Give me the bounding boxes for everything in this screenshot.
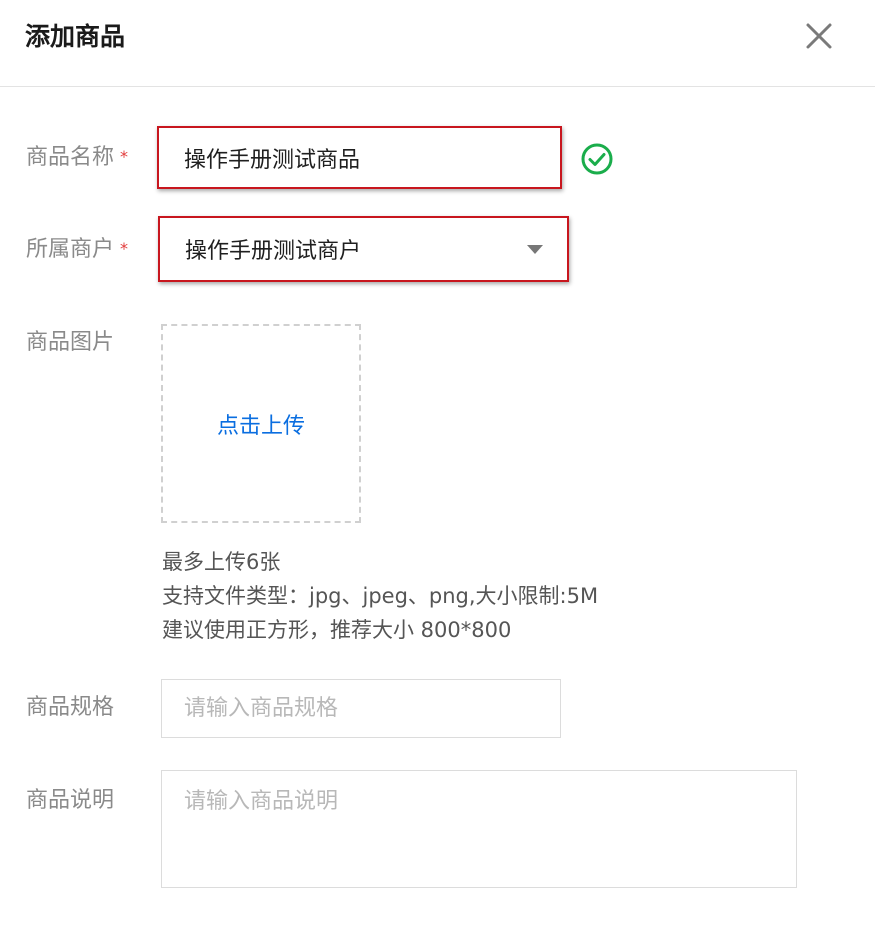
check-circle-icon <box>580 142 614 176</box>
merchant-value: 操作手册测试商户 <box>185 239 362 264</box>
close-icon[interactable] <box>803 20 835 52</box>
spec-field <box>161 679 561 738</box>
description-textarea[interactable] <box>162 771 796 887</box>
product-image-label: 商品图片 <box>26 330 115 355</box>
description-field <box>161 770 797 888</box>
product-name-value: 操作手册测试商品 <box>184 147 361 173</box>
required-mark: * <box>120 239 129 258</box>
spec-input[interactable] <box>162 680 560 737</box>
required-mark: * <box>120 147 129 166</box>
hint-line: 最多上传6张 <box>162 550 281 574</box>
hint-line: 支持文件类型：jpg、jpeg、png,大小限制:5M <box>162 584 599 608</box>
hint-line: 建议使用正方形，推荐大小 800*800 <box>162 618 512 642</box>
dialog-title: 添加商品 <box>25 22 126 51</box>
caret-down-icon <box>527 245 543 254</box>
product-name-label: 商品名称 * <box>26 145 129 170</box>
upload-hints: 最多上传6张 支持文件类型：jpg、jpeg、png,大小限制:5M 建议使用正… <box>162 545 598 647</box>
merchant-select[interactable]: 操作手册测试商户 <box>158 216 569 282</box>
image-upload-area[interactable]: 点击上传 <box>161 324 361 523</box>
merchant-label: 所属商户 * <box>26 237 129 262</box>
upload-link[interactable]: 点击上传 <box>163 408 359 440</box>
spec-label: 商品规格 <box>26 695 115 720</box>
product-name-input[interactable]: 操作手册测试商品 <box>157 126 562 189</box>
description-label: 商品说明 <box>26 788 115 813</box>
dialog-header: 添加商品 <box>0 0 875 87</box>
